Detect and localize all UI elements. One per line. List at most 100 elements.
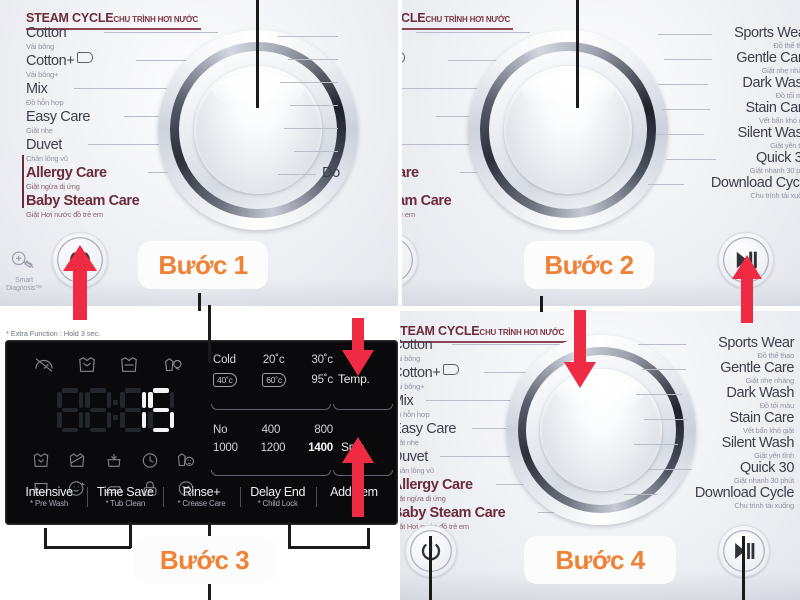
- bracket-line-2: [44, 546, 131, 549]
- function-button-extra: * Crease Care: [177, 499, 226, 508]
- pointer-line-step3-top: [208, 305, 211, 363]
- program-en: Mix: [400, 393, 414, 409]
- red-arrow-step2: [732, 255, 762, 323]
- temp-option[interactable]: Cold: [213, 354, 236, 366]
- program-en: Baby Steam Care: [400, 505, 506, 521]
- program-item[interactable]: Dark Wash Đồ tối màu: [658, 76, 800, 100]
- display-digit-2: [120, 388, 146, 432]
- program-item[interactable]: Gentle Care Giặt nhẹ nhàng: [642, 361, 795, 385]
- temp-option[interactable]: 30˚c: [311, 354, 333, 366]
- prewash-icon: [107, 453, 120, 467]
- delicate-icon: [70, 453, 85, 467]
- fabric-icon-row-top: [33, 356, 183, 374]
- program-vi: Giặt nhẹ nhàng: [761, 66, 800, 75]
- display-digit-3: [148, 388, 174, 432]
- spin-option[interactable]: 1200: [261, 442, 286, 454]
- spin-option[interactable]: 400: [262, 424, 281, 436]
- display-colon: [113, 388, 118, 432]
- program-item[interactable]: Download Cycle Chu trình tải xuống: [648, 176, 800, 200]
- program-en: Duvet: [400, 449, 428, 465]
- pointer-line-step4-start: [742, 536, 745, 600]
- program-en: Allergy Care: [26, 165, 107, 181]
- red-arrow-temp: [342, 318, 374, 376]
- spin-option-selected[interactable]: 1400: [308, 442, 333, 454]
- program-item[interactable]: Download Cycle Chu trình tải xuống: [624, 486, 794, 510]
- program-vi: Vết bẩn khó giặt: [742, 426, 794, 435]
- program-item[interactable]: Sports Wear Đồ thể thao: [638, 336, 794, 360]
- temp-option[interactable]: 40˚c: [213, 373, 237, 387]
- program-en: Mix: [26, 81, 48, 97]
- highlight-bar-1: [22, 155, 24, 208]
- dial-knob[interactable]: [504, 66, 632, 194]
- temp-option[interactable]: 60˚c: [262, 373, 286, 387]
- tutorial-image: STEAM CYCLECHU TRÌNH HƠI NƯỚC Cotton Vải…: [0, 0, 800, 600]
- program-item[interactable]: Stain Care Vết bẩn khó giặt: [644, 411, 794, 435]
- program-item[interactable]: Gentle Care Giặt nhẹ nhàng: [660, 51, 800, 75]
- spin-options: No 400 800 1000 1200 1400: [213, 424, 333, 454]
- spin-option[interactable]: 800: [314, 424, 333, 436]
- program-vi: Đồ thể thao: [773, 41, 800, 50]
- cotton-icon: [33, 453, 49, 467]
- temp-option[interactable]: 95˚c: [311, 374, 333, 386]
- spin-option[interactable]: No: [213, 424, 228, 436]
- temp-option[interactable]: 20˚c: [263, 354, 285, 366]
- temp-label-rule: [333, 404, 393, 410]
- function-button-time-save[interactable]: Time Save * Tub Clean: [87, 485, 163, 509]
- fabric-icon-row-mid: [31, 452, 196, 469]
- red-arrow-spin: [342, 437, 374, 517]
- cotton-plus-tag-icon: [77, 52, 94, 63]
- spin-option[interactable]: 1000: [213, 442, 238, 454]
- program-vi: Giặt yên tĩnh: [754, 451, 794, 460]
- program-item[interactable]: Silent Wash Giặt yên tĩnh: [634, 436, 794, 460]
- rinse-shirt-icon: [121, 357, 138, 372]
- baby-care-icon: [177, 453, 195, 467]
- function-button-extra: * Pre Wash: [30, 499, 69, 508]
- program-item[interactable]: Dark Wash Đồ tối màu: [636, 386, 794, 410]
- program-vi: Giặt nhẹ nhàng: [745, 376, 795, 385]
- step-label-2: Bước 2: [524, 241, 654, 289]
- bracket-line-3: [129, 522, 132, 548]
- program-item[interactable]: Quick 30 Giặt nhanh 30 phút: [660, 151, 800, 175]
- function-button-main: Time Save: [97, 485, 154, 499]
- program-item[interactable]: Quick 30 Giặt nhanh 30 phút: [644, 461, 794, 485]
- program-en: Cotton+: [26, 53, 75, 69]
- smart-diagnosis-icon: [11, 251, 34, 269]
- wash-shirt-icon: [78, 357, 95, 372]
- step-label-4: Bước 4: [524, 536, 676, 584]
- function-button-delay-end[interactable]: Delay End * Child Lock: [239, 485, 316, 509]
- program-vi: Đồ tối màu: [759, 401, 794, 410]
- temperature-options: Cold 20˚c 30˚c 40˚c 60˚c 95˚c: [213, 354, 333, 387]
- step-label-4-text: Bước 4: [555, 544, 645, 575]
- function-button-extra: * Child Lock: [257, 499, 298, 508]
- program-vi: Giặt yên tĩnh: [770, 141, 800, 150]
- bracket-line-1: [44, 528, 47, 548]
- step-label-1-text: Bước 1: [158, 249, 248, 280]
- program-item[interactable]: Stain Care Vết bẩn khó giặt: [660, 101, 800, 125]
- cotton-plus-tag-icon: [443, 364, 460, 375]
- divider-horizontal: [0, 306, 800, 311]
- red-arrow-step1: [63, 245, 97, 320]
- program-item[interactable]: Silent Wash Giặt yên tĩnh: [656, 126, 800, 150]
- function-button-intensive[interactable]: Intensive * Pre Wash: [11, 485, 87, 509]
- no-spin-icon: [35, 358, 53, 372]
- program-item[interactable]: Sports Wear Đồ thể thao: [658, 26, 800, 50]
- dial-gloss: [521, 73, 615, 107]
- bracket-line-6: [288, 546, 370, 549]
- program-en: Baby Steam Care: [26, 193, 140, 209]
- pointer-line-step4-power: [429, 536, 432, 600]
- program-en: Allergy Care: [400, 477, 473, 493]
- pointer-line-step1-top: [256, 0, 259, 108]
- smart-diagnosis-line2: Diagnosis™: [6, 285, 42, 292]
- bracket-line-7: [367, 528, 370, 548]
- program-vi: Đồ thể thao: [757, 351, 794, 360]
- function-button-rinse-plus[interactable]: Rinse+ * Crease Care: [163, 485, 239, 509]
- program-selector-dial-2[interactable]: [468, 30, 668, 230]
- smart-diagnosis-line1: Smart: [15, 277, 33, 284]
- program-en: Cotton+: [400, 365, 441, 381]
- temp-group-rule: [211, 404, 331, 410]
- program-en: Easy Care: [26, 109, 91, 125]
- pointer-line-step2-bottom: [540, 296, 543, 312]
- program-list-right-1: Do: [278, 28, 400, 189]
- program-list-right-4: Sports Wear Đồ thể thao Gentle Care Giặt…: [624, 336, 795, 511]
- red-arrow-step4: [564, 310, 596, 388]
